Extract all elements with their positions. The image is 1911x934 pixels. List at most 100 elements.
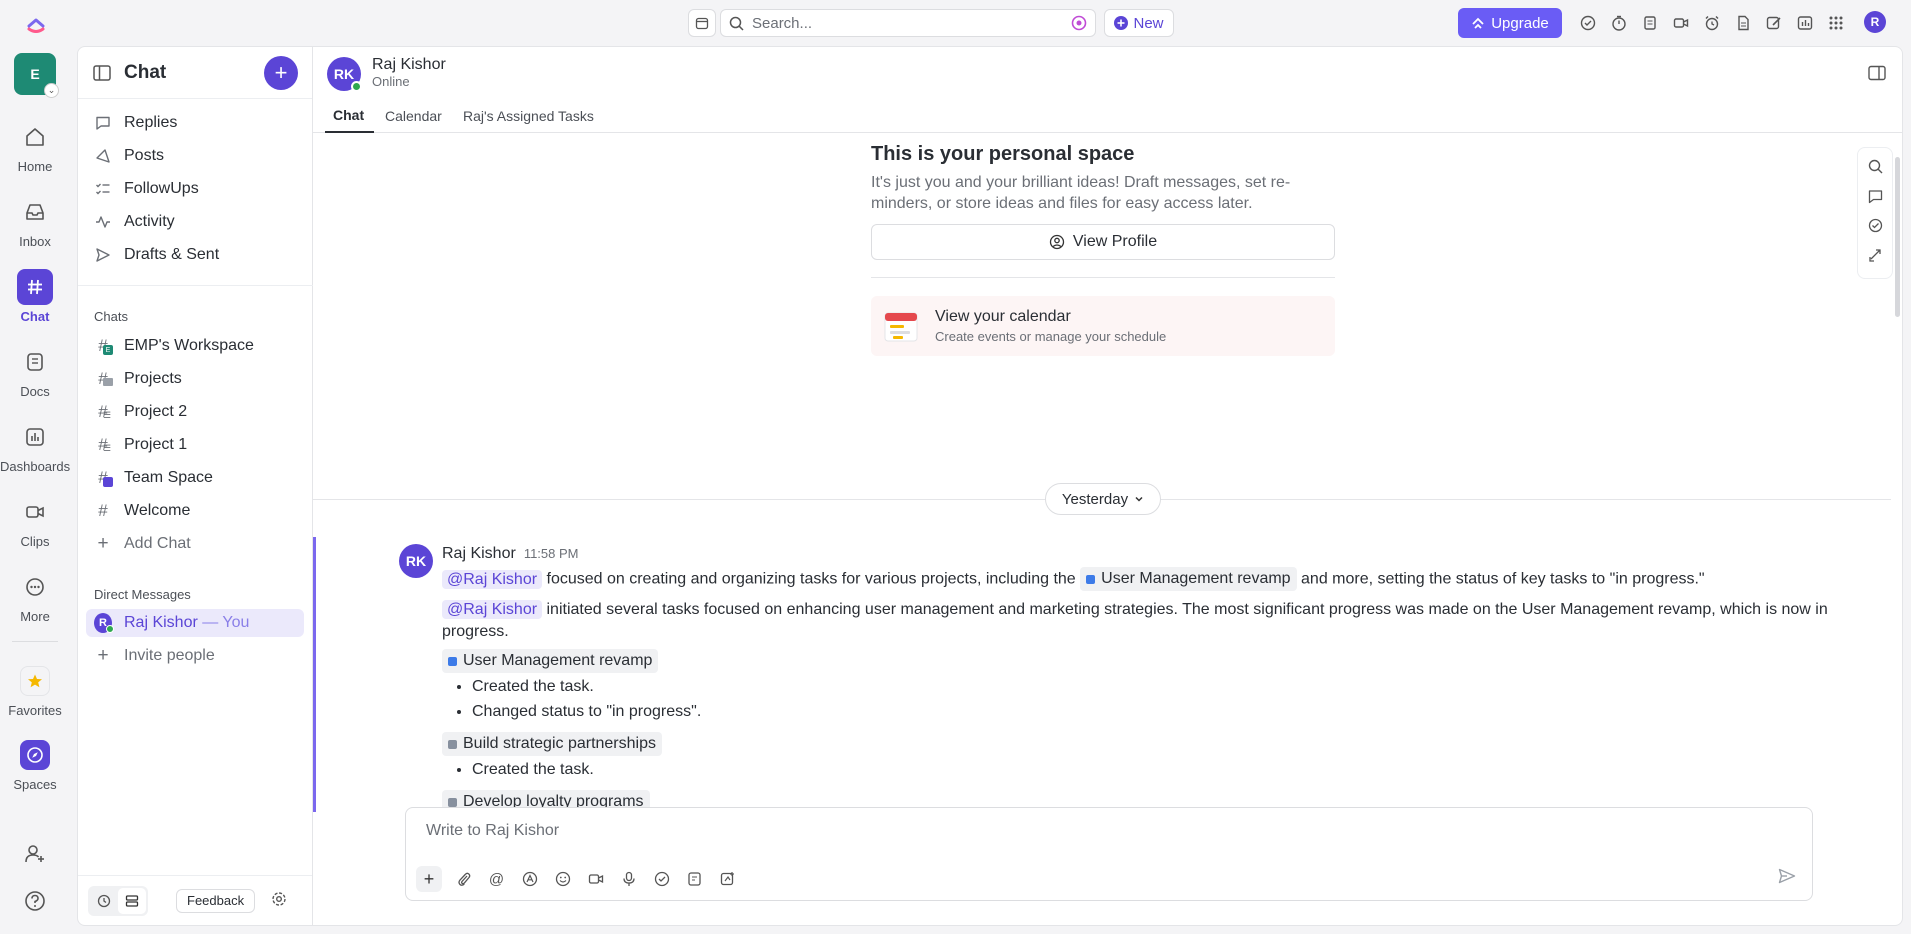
plus-icon: +: [97, 645, 109, 666]
rail-clips[interactable]: Clips: [0, 494, 70, 549]
new-chat-button[interactable]: +: [264, 55, 298, 90]
message-author[interactable]: Raj Kishor: [442, 543, 516, 565]
sidebar-item-emp-workspace[interactable]: #E EMP's Workspace: [86, 332, 304, 360]
sidebar-item-team-space[interactable]: # Team Space: [86, 464, 304, 492]
notepad-icon[interactable]: [1639, 12, 1661, 34]
emoji-icon[interactable]: [551, 868, 574, 891]
rail-favorites-label: Favorites: [8, 703, 62, 718]
add-chat-button[interactable]: + Add Chat: [86, 530, 304, 558]
message-text: and more, setting the status of key task…: [1301, 570, 1705, 588]
calendar-card-subtitle: Create events or manage your schedule: [935, 329, 1167, 344]
check-circle-icon[interactable]: [1577, 12, 1599, 34]
sidebar-item-projects[interactable]: # Projects: [86, 365, 304, 393]
search-icon[interactable]: [1868, 159, 1883, 178]
chevron-down-icon[interactable]: ⌄: [44, 83, 59, 98]
rail-inbox[interactable]: Inbox: [0, 194, 70, 249]
sidebar-item-welcome[interactable]: # Welcome: [86, 497, 304, 525]
hash-icon: #: [98, 501, 108, 520]
message-avatar[interactable]: RK: [399, 544, 433, 578]
dm-item-self[interactable]: R Raj Kishor — You: [86, 609, 304, 637]
ai-brain-icon[interactable]: [1071, 15, 1087, 31]
doc-plus-icon[interactable]: [683, 868, 706, 891]
comment-icon[interactable]: [1868, 189, 1883, 208]
task-bullets: Created the task.: [472, 759, 1862, 781]
task-chip[interactable]: Build strategic partnerships: [442, 732, 662, 756]
sidebar-item-project-1[interactable]: # ☰ Project 1: [86, 431, 304, 459]
task-bullets: Created the task. Changed status to "in …: [472, 676, 1862, 723]
sidebar-footer: Feedback: [78, 875, 312, 925]
pen-icon[interactable]: [1763, 12, 1785, 34]
video-clip-icon[interactable]: [584, 868, 607, 891]
clips-icon: [26, 506, 44, 518]
day-divider-button[interactable]: Yesterday: [1045, 483, 1161, 515]
tab-calendar[interactable]: Calendar: [385, 99, 442, 133]
rail-more[interactable]: More: [0, 569, 70, 624]
timer-icon[interactable]: [1608, 12, 1630, 34]
doc-icon[interactable]: [1732, 12, 1754, 34]
rail-spaces-label: Spaces: [13, 777, 57, 792]
rail-docs[interactable]: Docs: [0, 344, 70, 399]
rail-home[interactable]: Home: [0, 119, 70, 174]
sidebar-item-replies[interactable]: Replies: [86, 109, 304, 137]
add-user-icon[interactable]: [24, 843, 46, 869]
top-bar: Search... New Upgrade R: [0, 0, 1911, 45]
at-mention-icon[interactable]: @: [485, 868, 508, 891]
clickup-logo[interactable]: [24, 11, 48, 35]
user-mention[interactable]: @Raj Kishor: [442, 569, 543, 589]
tab-assigned-tasks[interactable]: Raj's Assigned Tasks: [463, 99, 594, 133]
user-mention[interactable]: @Raj Kishor: [442, 600, 543, 619]
view-profile-button[interactable]: View Profile: [871, 224, 1335, 260]
ai-icon[interactable]: [518, 868, 541, 891]
sidebar-item-project-2[interactable]: # ☰ Project 2: [86, 398, 304, 426]
view-profile-label: View Profile: [1072, 233, 1158, 250]
invite-people-button[interactable]: + Invite people: [86, 642, 304, 670]
send-icon: [94, 247, 112, 263]
check-circle-icon[interactable]: [1868, 218, 1883, 237]
rail-spaces[interactable]: Spaces: [0, 737, 70, 792]
send-icon[interactable]: [1778, 868, 1796, 888]
contact-name[interactable]: Raj Kishor: [372, 56, 446, 74]
search-input[interactable]: Search...: [720, 9, 1096, 37]
sidebar-item-followups[interactable]: FollowUps: [86, 175, 304, 203]
attachment-icon[interactable]: [452, 868, 475, 891]
plus-icon[interactable]: +: [416, 866, 442, 892]
sidebar-item-posts[interactable]: Posts: [86, 142, 304, 170]
sidebar-item-drafts[interactable]: Drafts & Sent: [86, 241, 304, 269]
message-composer[interactable]: Write to Raj Kishor + @: [405, 807, 1813, 901]
rail-favorites[interactable]: Favorites: [0, 663, 70, 718]
user-avatar[interactable]: R: [1864, 11, 1886, 33]
help-icon[interactable]: [24, 890, 46, 916]
task-chip[interactable]: User Management revamp: [442, 649, 659, 673]
sidebar-toggle-icon[interactable]: [92, 63, 112, 83]
gear-icon[interactable]: [271, 891, 287, 911]
video-icon[interactable]: [1670, 12, 1692, 34]
sidebar-header: Chat +: [78, 47, 312, 99]
tab-chat[interactable]: Chat: [325, 99, 375, 133]
plus-icon: +: [97, 533, 109, 554]
layers-icon[interactable]: [118, 887, 146, 914]
rail-chat[interactable]: Chat: [0, 269, 70, 324]
rail-home-label: Home: [17, 159, 53, 174]
view-calendar-card[interactable]: View your calendar Create events or mana…: [871, 296, 1335, 356]
star-icon: [28, 674, 42, 688]
sidebar-item-activity[interactable]: Activity: [86, 208, 304, 236]
feedback-button[interactable]: Feedback: [176, 888, 256, 913]
rail-divider: [12, 641, 58, 642]
dashboard-icon[interactable]: [1794, 12, 1816, 34]
calendar-button[interactable]: [688, 9, 716, 37]
panel-toggle-icon[interactable]: [1868, 65, 1886, 85]
search-icon: [729, 16, 744, 31]
microphone-icon[interactable]: [617, 868, 640, 891]
scrollbar[interactable]: [1895, 157, 1900, 317]
whiteboard-icon[interactable]: [716, 868, 739, 891]
rail-dashboards[interactable]: Dashboards: [0, 419, 70, 474]
task-check-icon[interactable]: [650, 868, 673, 891]
new-button[interactable]: New: [1104, 9, 1174, 37]
history-icon[interactable]: [90, 888, 118, 914]
task-chip[interactable]: User Management revamp: [1080, 567, 1297, 591]
sidebar-item-label: Invite people: [124, 647, 215, 664]
upgrade-button[interactable]: Upgrade: [1458, 8, 1562, 38]
alarm-icon[interactable]: [1701, 12, 1723, 34]
sync-icon[interactable]: [1868, 248, 1883, 267]
apps-grid-icon[interactable]: [1825, 12, 1847, 34]
